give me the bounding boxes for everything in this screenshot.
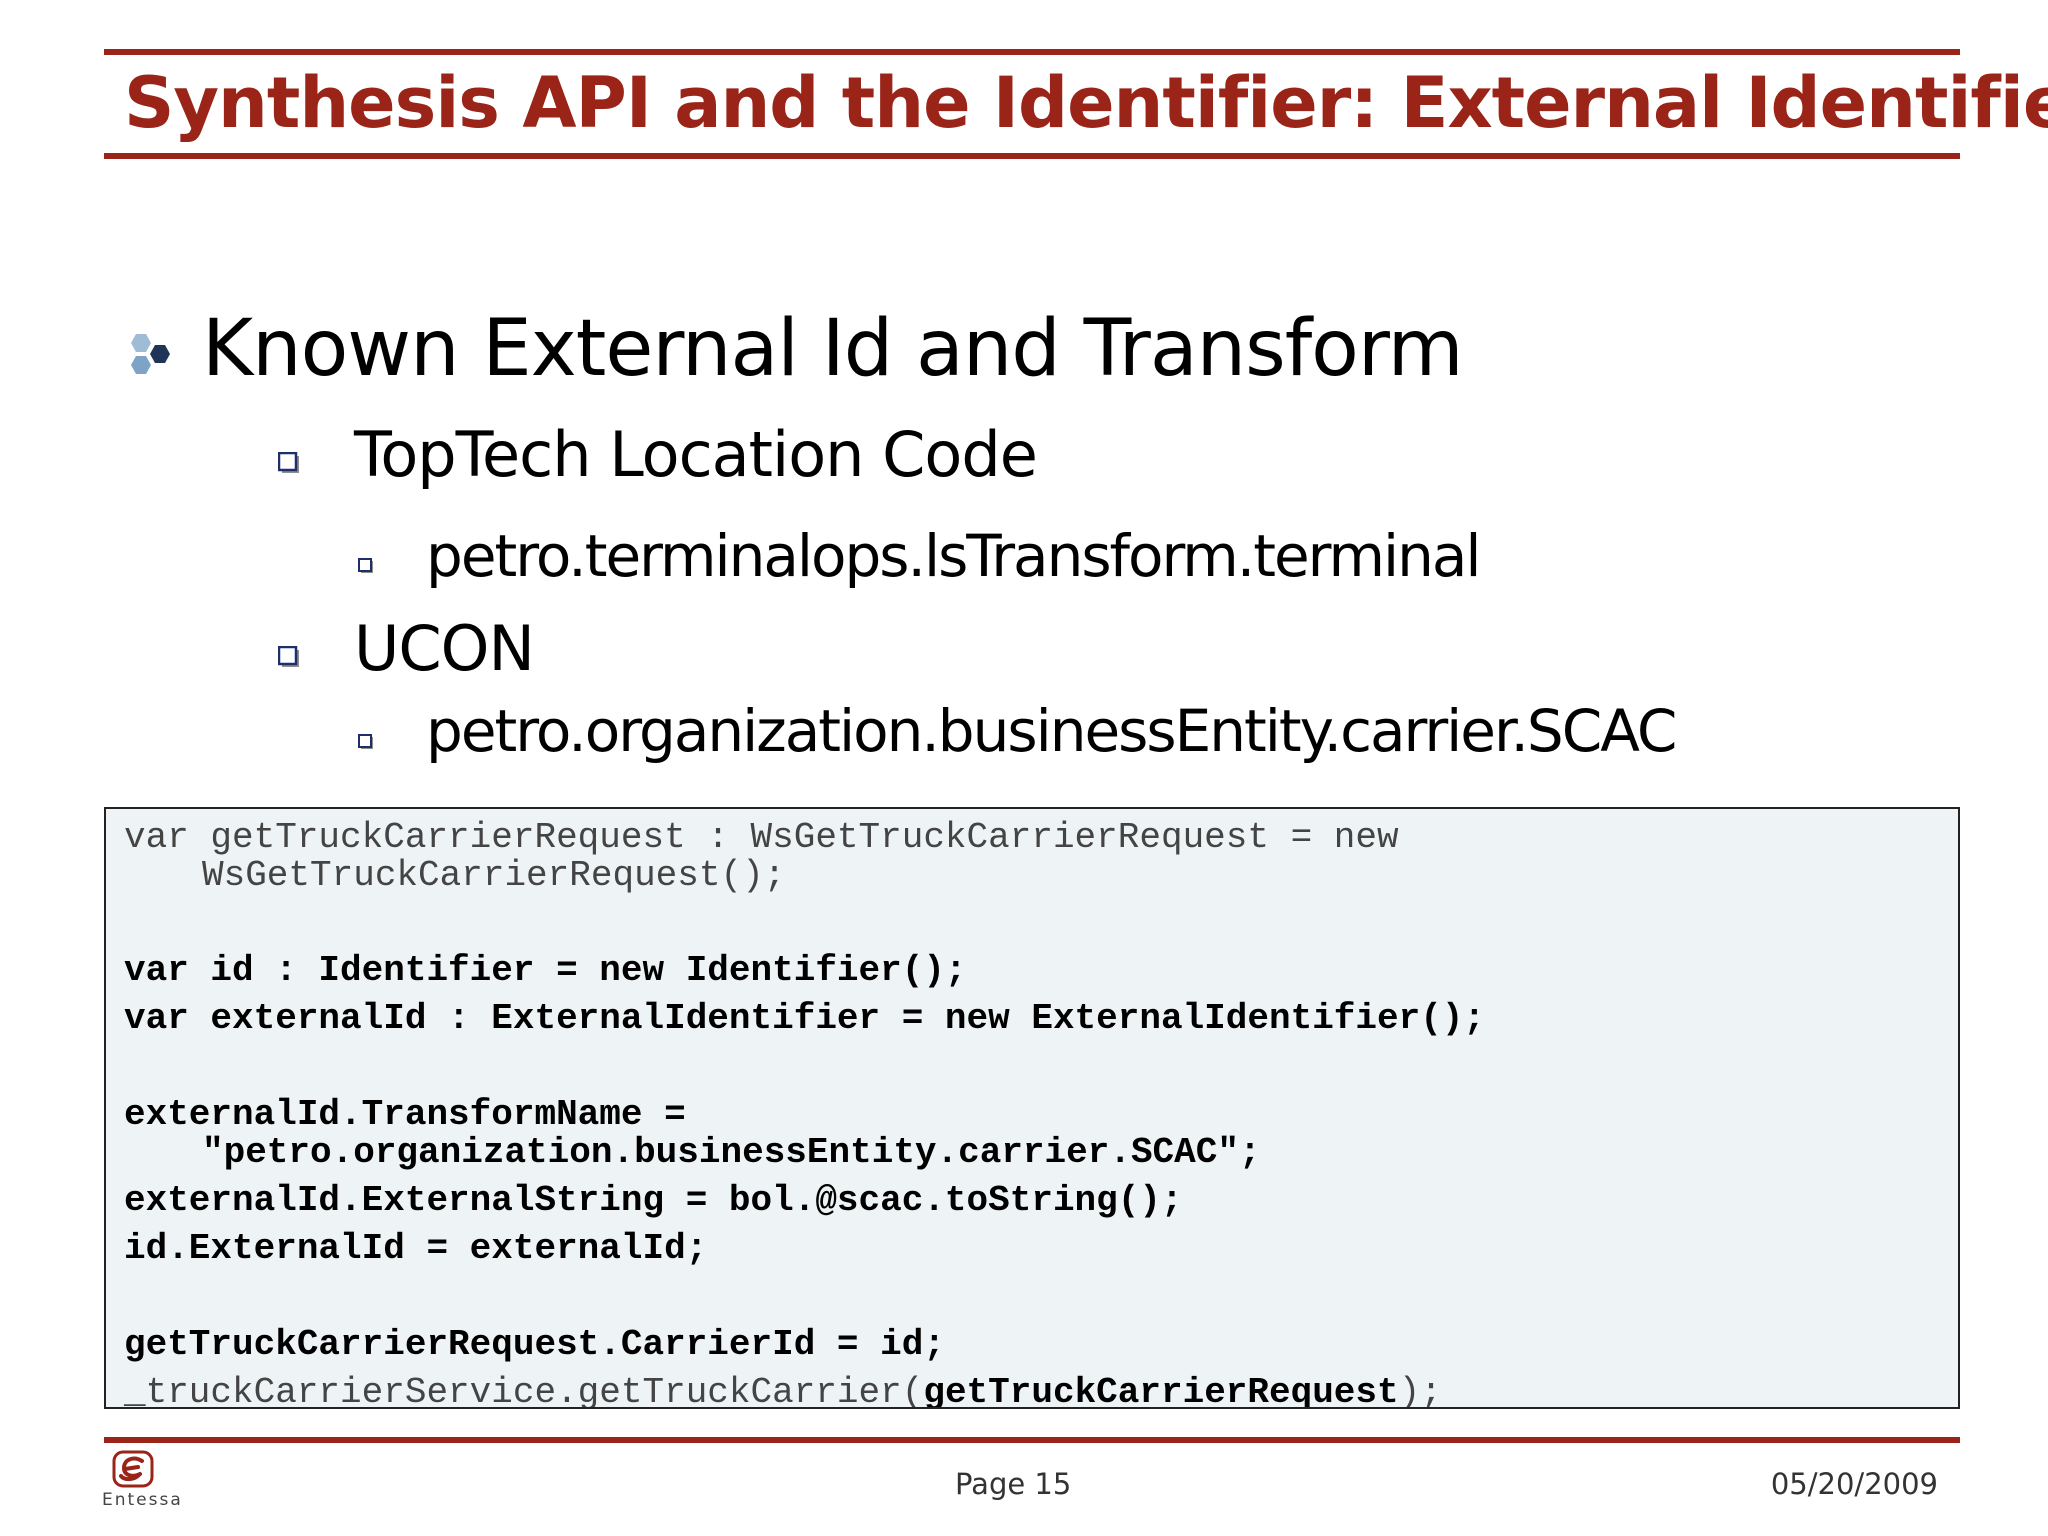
title-top-rule bbox=[104, 49, 1960, 55]
square-bullet-icon bbox=[277, 451, 300, 474]
code-line: _truckCarrierService.getTruckCarrier(get… bbox=[124, 1372, 1442, 1409]
code-line: externalId.ExternalString = bol.@scac.to… bbox=[124, 1180, 1183, 1221]
list-item: UCON bbox=[354, 612, 535, 685]
hexagon-cluster-icon bbox=[122, 330, 178, 386]
entessa-logo-icon bbox=[112, 1450, 156, 1490]
page-number: Page 15 bbox=[955, 1467, 1072, 1501]
code-line: var getTruckCarrierRequest : WsGetTruckC… bbox=[124, 817, 1399, 858]
code-line: WsGetTruckCarrierRequest(); bbox=[202, 855, 786, 896]
slide: Synthesis API and the Identifier: Extern… bbox=[0, 0, 2048, 1536]
code-line: getTruckCarrierRequest.CarrierId = id; bbox=[124, 1324, 945, 1365]
sub-list-item: petro.terminalops.lsTransform.terminal bbox=[426, 522, 1481, 590]
footer-brand: Entessa bbox=[102, 1490, 183, 1510]
code-line: externalId.TransformName = bbox=[124, 1094, 686, 1135]
code-line: id.ExternalId = externalId; bbox=[124, 1228, 708, 1269]
title-bottom-rule bbox=[104, 153, 1960, 159]
footer-rule bbox=[104, 1437, 1960, 1443]
code-fragment: ); bbox=[1398, 1372, 1442, 1409]
footer-date: 05/20/2009 bbox=[1770, 1467, 1938, 1501]
code-block: var getTruckCarrierRequest : WsGetTruckC… bbox=[104, 807, 1960, 1409]
code-fragment: _truckCarrierService.getTruckCarrier( bbox=[124, 1372, 924, 1409]
sub-list-item: petro.organization.businessEntity.carrie… bbox=[426, 697, 1677, 765]
code-line: var id : Identifier = new Identifier(); bbox=[124, 950, 967, 991]
square-bullet-icon bbox=[358, 734, 374, 750]
square-bullet-icon bbox=[358, 558, 374, 574]
bullet-heading: Known External Id and Transform bbox=[202, 304, 1464, 394]
square-bullet-icon bbox=[277, 645, 300, 668]
slide-title: Synthesis API and the Identifier: Extern… bbox=[124, 62, 2048, 144]
code-line: var externalId : ExternalIdentifier = ne… bbox=[124, 998, 1486, 1039]
code-line: "petro.organization.businessEntity.carri… bbox=[202, 1132, 1261, 1173]
list-item: TopTech Location Code bbox=[354, 418, 1038, 491]
code-fragment: getTruckCarrierRequest bbox=[923, 1372, 1399, 1409]
